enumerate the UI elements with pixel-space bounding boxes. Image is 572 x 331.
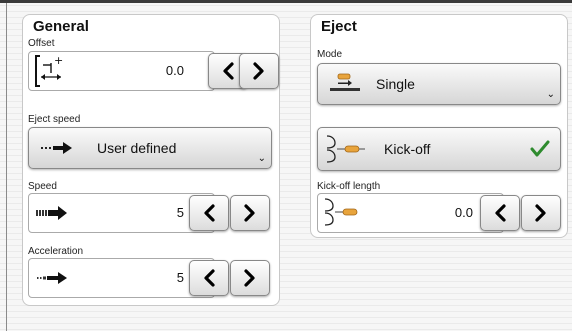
mode-dropdown[interactable]: Single ⌄ bbox=[317, 63, 561, 105]
chevron-right-icon bbox=[535, 204, 546, 222]
speed-arrow-icon bbox=[41, 142, 72, 154]
chevron-right-icon bbox=[253, 62, 264, 80]
acceleration-field[interactable]: 5 bbox=[28, 258, 215, 298]
eject-speed-dropdown[interactable]: User defined ⌄ bbox=[28, 127, 272, 169]
acceleration-icon bbox=[37, 272, 67, 284]
acceleration-increase-button[interactable] bbox=[230, 260, 270, 296]
acceleration-label: Acceleration bbox=[28, 246, 84, 257]
general-panel: General Offset + 0.0 Eject speed User de… bbox=[22, 14, 280, 306]
chevron-left-icon bbox=[223, 62, 234, 80]
chevron-right-icon bbox=[244, 204, 255, 222]
acceleration-decrease-button[interactable] bbox=[189, 260, 229, 296]
kickoff-length-label: Kick-off length bbox=[317, 181, 381, 192]
speed-icon bbox=[36, 206, 67, 220]
kickoff-length-decrease-button[interactable] bbox=[480, 195, 520, 231]
offset-label: Offset bbox=[28, 38, 55, 49]
kickoff-label: Kick-off bbox=[384, 141, 431, 157]
chevron-right-icon bbox=[244, 269, 255, 287]
acceleration-value: 5 bbox=[176, 270, 184, 285]
kickoff-length-increase-button[interactable] bbox=[521, 195, 561, 231]
eject-speed-label: Eject speed bbox=[28, 114, 81, 125]
kickoff-toggle[interactable]: Kick-off bbox=[317, 127, 561, 171]
offset-value: 0.0 bbox=[165, 63, 184, 78]
mode-label: Mode bbox=[317, 49, 343, 60]
eject-panel: Eject Mode Single ⌄ Kick-off Kick-off le… bbox=[310, 14, 568, 238]
eject-speed-value: User defined bbox=[97, 140, 177, 156]
chevron-left-icon bbox=[495, 204, 506, 222]
offset-increase-button[interactable] bbox=[239, 53, 279, 89]
offset-field[interactable]: + 0.0 bbox=[28, 51, 215, 91]
general-title: General bbox=[33, 18, 89, 35]
single-eject-icon bbox=[330, 73, 360, 91]
speed-value: 5 bbox=[176, 205, 184, 220]
mode-value: Single bbox=[376, 76, 415, 92]
chevron-left-icon bbox=[204, 204, 215, 222]
caret-down-icon: ⌄ bbox=[546, 89, 555, 100]
svg-text:+: + bbox=[54, 54, 63, 67]
kickoff-length-icon bbox=[324, 198, 358, 226]
kickoff-icon bbox=[326, 135, 365, 163]
check-icon bbox=[530, 140, 550, 157]
kickoff-length-field[interactable]: 0.0 bbox=[317, 193, 504, 233]
chevron-left-icon bbox=[204, 269, 215, 287]
eject-title: Eject bbox=[321, 18, 357, 35]
speed-field[interactable]: 5 bbox=[28, 193, 215, 233]
kickoff-length-value: 0.0 bbox=[454, 205, 473, 220]
speed-increase-button[interactable] bbox=[230, 195, 270, 231]
speed-decrease-button[interactable] bbox=[189, 195, 229, 231]
offset-icon: + bbox=[35, 54, 63, 87]
caret-down-icon: ⌄ bbox=[257, 153, 266, 164]
speed-label: Speed bbox=[28, 181, 57, 192]
